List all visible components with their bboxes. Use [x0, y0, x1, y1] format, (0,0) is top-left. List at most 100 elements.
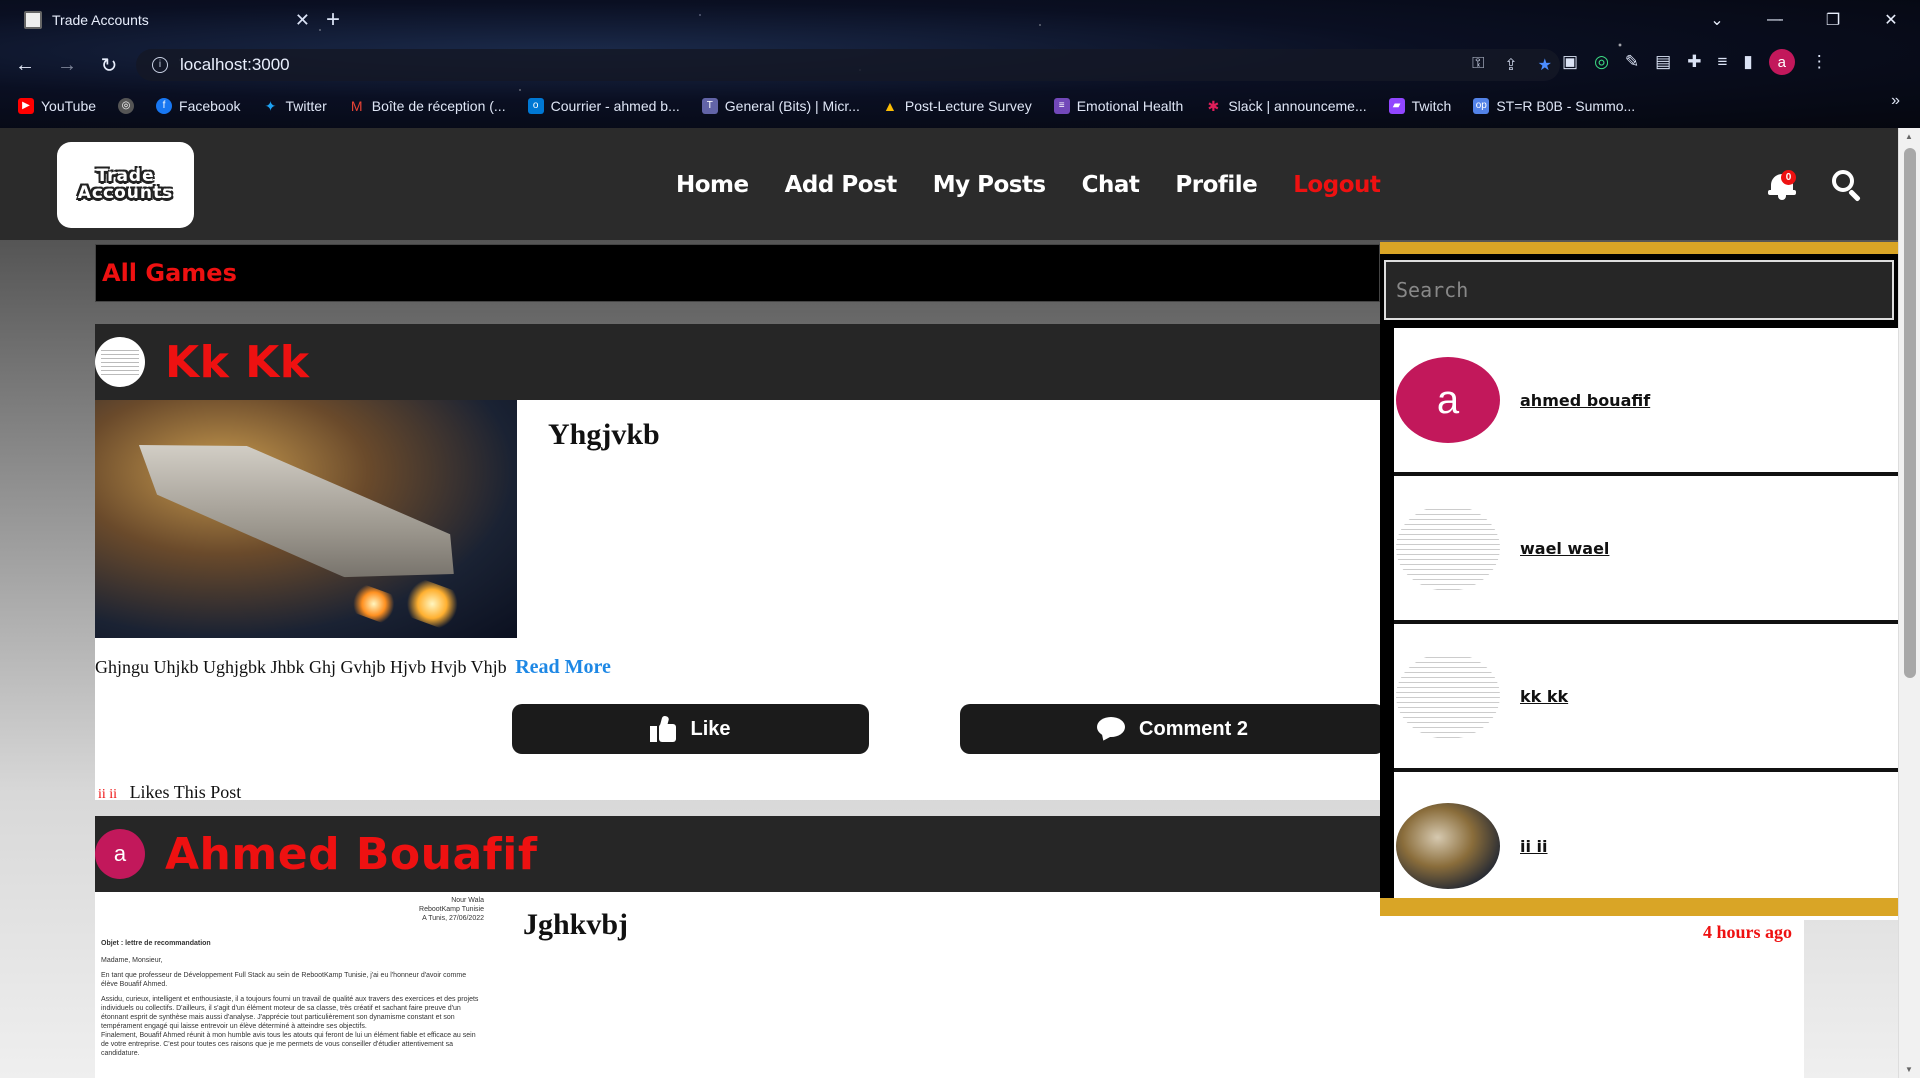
outlook-icon: o — [527, 98, 544, 114]
twitter-icon: ✦ — [264, 98, 277, 114]
site-info-icon[interactable]: i — [152, 57, 168, 73]
youtube-icon: ▶ — [18, 98, 34, 114]
extension-t-icon[interactable]: ▤ — [1655, 52, 1671, 72]
extensions-puzzle-icon[interactable]: ✚ — [1687, 52, 1701, 72]
post-body: Nour Wala RebootKamp Tunisie A Tunis, 27… — [95, 892, 1380, 1078]
site-header: Trade Accounts Home Add Post My Posts Ch… — [0, 128, 1898, 240]
like-button[interactable]: Like — [512, 704, 869, 754]
bookmark-item[interactable]: ✱ Slack | announceme... — [1205, 98, 1366, 114]
search-input[interactable] — [1384, 260, 1894, 320]
nav-add-post[interactable]: Add Post — [785, 172, 898, 198]
timestamp-panel: 4 hours ago — [1380, 916, 1804, 1078]
user-name-link[interactable]: ahmed bouafif — [1520, 391, 1650, 410]
forward-arrow-icon[interactable]: → — [50, 48, 84, 82]
new-tab-button[interactable]: + — [326, 6, 340, 34]
bookmark-item[interactable]: ▶ YouTube — [18, 98, 96, 114]
tab-title: Trade Accounts — [52, 12, 149, 28]
author-avatar[interactable] — [95, 337, 145, 387]
read-more-link[interactable]: Read More — [515, 656, 611, 678]
post-header: Kk Kk — [95, 324, 1380, 400]
restore-button[interactable]: ❐ — [1804, 0, 1862, 40]
post-excerpt: Ghjngu Uhjkb Ughjgbk Jhbk Ghj Gvhjb Hjvb… — [95, 656, 611, 678]
post-body: Yhgjvkb Ghjngu Uhjkb Ughjgbk Jhbk Ghj Gv… — [95, 400, 1385, 802]
scrollbar-thumb[interactable] — [1904, 148, 1916, 678]
scroll-up-icon[interactable]: ▲ — [1905, 132, 1913, 141]
user-avatar: a — [1396, 357, 1500, 443]
slack-icon: ✱ — [1207, 98, 1220, 114]
profile-avatar[interactable]: a — [1768, 49, 1795, 75]
bookmark-item[interactable]: M Boîte de réception (... — [349, 98, 506, 114]
notification-bell-icon[interactable]: 0 — [1768, 170, 1796, 200]
twitch-icon: ▰ — [1388, 98, 1405, 114]
bookmarks-overflow-icon[interactable]: » — [1891, 92, 1900, 110]
bookmark-star-icon[interactable]: ★ — [1538, 55, 1552, 75]
section-title: All Games — [102, 259, 237, 287]
bookmark-item[interactable]: ✦ Twitter — [263, 98, 327, 114]
media-control-icon[interactable]: ≡ — [1717, 52, 1727, 72]
post-title: Yhgjvkb — [548, 418, 660, 451]
menu-kebab-icon[interactable]: ⋮ — [1811, 52, 1828, 72]
main-nav: Home Add Post My Posts Chat Profile Logo… — [676, 172, 1381, 198]
post-timestamp: 4 hours ago — [1702, 922, 1792, 942]
nav-my-posts[interactable]: My Posts — [933, 172, 1046, 198]
user-name-link[interactable]: ii ii — [1520, 837, 1548, 856]
side-panel-icon[interactable]: ▮ — [1743, 52, 1752, 72]
bookmark-item[interactable]: ▲ Post-Lecture Survey — [882, 98, 1032, 114]
bookmark-item[interactable]: ◎ — [118, 98, 135, 114]
search-result-item[interactable]: wael wael — [1394, 476, 1898, 624]
window-controls: ⌄ — ❐ ✕ — [1688, 0, 1920, 40]
tab-favicon-icon — [24, 11, 42, 29]
reload-icon[interactable]: ↻ — [92, 48, 126, 82]
address-bar[interactable]: i localhost:3000 ⚿ ⇪ ★ — [136, 49, 1560, 81]
close-window-button[interactable]: ✕ — [1862, 0, 1920, 40]
search-result-item[interactable]: a ahmed bouafif — [1394, 328, 1898, 476]
comment-button[interactable]: Comment 2 — [960, 704, 1385, 754]
bookmark-item[interactable]: ▰ Twitch — [1388, 98, 1451, 114]
page-scrollbar[interactable]: ▲ ▼ — [1898, 128, 1920, 1078]
bookmark-item[interactable]: o Courrier - ahmed b... — [527, 98, 680, 114]
minimize-button[interactable]: — — [1746, 0, 1804, 40]
bookmark-item[interactable]: ≡ Emotional Health — [1053, 98, 1183, 114]
likers-names[interactable]: ii ii — [98, 787, 117, 802]
bookmark-item[interactable]: op ST=R B0B - Summo... — [1473, 98, 1635, 114]
facebook-icon: f — [156, 98, 173, 114]
user-avatar — [1396, 505, 1500, 591]
nav-home[interactable]: Home — [676, 172, 749, 198]
post-image[interactable]: Nour Wala RebootKamp Tunisie A Tunis, 27… — [95, 892, 490, 1078]
post-author-name[interactable]: Kk Kk — [165, 337, 310, 388]
nav-profile[interactable]: Profile — [1175, 172, 1257, 198]
post-card: a Ahmed Bouafif Nour Wala RebootKamp Tun… — [95, 816, 1380, 1078]
search-result-item[interactable]: kk kk — [1394, 624, 1898, 772]
browser-tab[interactable]: Trade Accounts ✕ — [10, 0, 310, 40]
scroll-down-icon[interactable]: ▼ — [1905, 1065, 1913, 1074]
share-icon[interactable]: ⇪ — [1504, 55, 1517, 75]
dropdown-accent-bar — [1380, 898, 1898, 916]
dropdown-accent-bar — [1380, 242, 1898, 254]
bookmark-item[interactable]: T General (Bits) | Micr... — [701, 98, 860, 114]
extension-b-icon[interactable]: ▣ — [1562, 52, 1578, 72]
key-icon[interactable]: ⚿ — [1472, 55, 1484, 75]
extensions-bar: ▣ ◎ ✎ ▤ ✚ ≡ ▮ a ⋮ — [1562, 49, 1828, 75]
post-image[interactable] — [95, 400, 517, 638]
user-name-link[interactable]: kk kk — [1520, 687, 1568, 706]
search-icon[interactable] — [1832, 170, 1864, 202]
close-tab-icon[interactable]: ✕ — [295, 10, 310, 31]
comment-bubble-icon — [1097, 717, 1126, 744]
extension-pen-icon[interactable]: ✎ — [1625, 52, 1639, 72]
nav-chat[interactable]: Chat — [1082, 172, 1140, 198]
post-card: Kk Kk Yhgjvkb Ghjngu Uhjkb Ughjgbk Jhbk … — [95, 324, 1385, 802]
user-name-link[interactable]: wael wael — [1520, 539, 1609, 558]
nav-logout[interactable]: Logout — [1293, 172, 1381, 198]
toolbar: ← → ↻ i localhost:3000 ⚿ ⇪ ★ ▣ ◎ ✎ ▤ ✚ ≡… — [0, 47, 1920, 83]
tab-search-icon[interactable]: ⌄ — [1688, 0, 1746, 40]
bookmark-item[interactable]: f Facebook — [156, 98, 241, 114]
search-results: a ahmed bouafif wael wael kk kk ii ii — [1380, 328, 1898, 920]
author-avatar[interactable]: a — [95, 829, 145, 879]
extension-target-icon[interactable]: ◎ — [1594, 52, 1609, 72]
back-arrow-icon[interactable]: ← — [8, 48, 42, 82]
gmail-icon: M — [350, 98, 363, 114]
search-dropdown: a ahmed bouafif wael wael kk kk ii ii — [1380, 242, 1898, 920]
post-header: a Ahmed Bouafif — [95, 816, 1380, 892]
site-logo[interactable]: Trade Accounts — [57, 142, 194, 228]
post-author-name[interactable]: Ahmed Bouafif — [165, 829, 538, 880]
